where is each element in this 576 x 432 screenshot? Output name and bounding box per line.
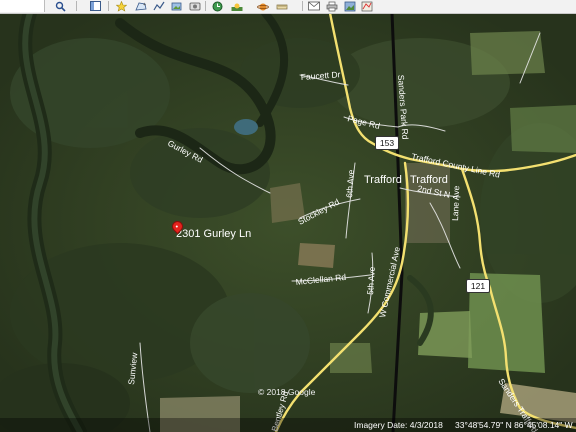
sun-icon[interactable] <box>229 0 244 12</box>
svg-text:+: + <box>143 2 146 8</box>
status-bar: Imagery Date: 4/3/2018 33°48'54.79" N 86… <box>0 418 576 432</box>
email-icon[interactable] <box>306 0 321 12</box>
toolbar: + <box>0 0 576 14</box>
pond <box>234 119 258 135</box>
save-image-icon[interactable] <box>342 0 357 12</box>
road-label: 5th Ave <box>365 266 377 295</box>
search-field[interactable] <box>0 0 45 12</box>
maps-icon[interactable] <box>359 0 374 12</box>
earth-viewer: + Faucett Dr Page Rd Sanders Park Rd Tra… <box>0 0 576 432</box>
tour-icon[interactable] <box>187 0 202 12</box>
sidebar-toggle-icon[interactable] <box>88 0 103 12</box>
image-overlay-icon[interactable] <box>169 0 184 12</box>
print-icon[interactable] <box>324 0 339 12</box>
ruler-icon[interactable] <box>274 0 289 12</box>
route-shield: 121 <box>466 279 490 293</box>
polygon-icon[interactable]: + <box>133 0 148 12</box>
satellite-map[interactable]: Faucett Dr Page Rd Sanders Park Rd Traff… <box>0 13 576 432</box>
road-label: 6th Ave <box>344 169 356 198</box>
path-icon[interactable] <box>151 0 166 12</box>
coordinates: 33°48'54.79" N 86°45'08.14" W <box>455 420 573 430</box>
search-icon[interactable] <box>53 0 68 12</box>
placemark-icon[interactable] <box>114 0 129 12</box>
route-shield: 153 <box>375 136 399 150</box>
town-label: Trafford <box>410 174 448 186</box>
imagery-date: Imagery Date: 4/3/2018 <box>354 420 443 430</box>
place-label: 2301 Gurley Ln <box>176 228 251 240</box>
copyright: © 2018 Google <box>258 387 316 397</box>
planets-icon[interactable] <box>255 0 270 12</box>
road-label: Lane Ave <box>450 185 461 221</box>
town-label: Trafford <box>364 174 402 186</box>
historical-imagery-icon[interactable] <box>210 0 225 12</box>
map-canvas[interactable]: Faucett Dr Page Rd Sanders Park Rd Traff… <box>0 13 576 432</box>
